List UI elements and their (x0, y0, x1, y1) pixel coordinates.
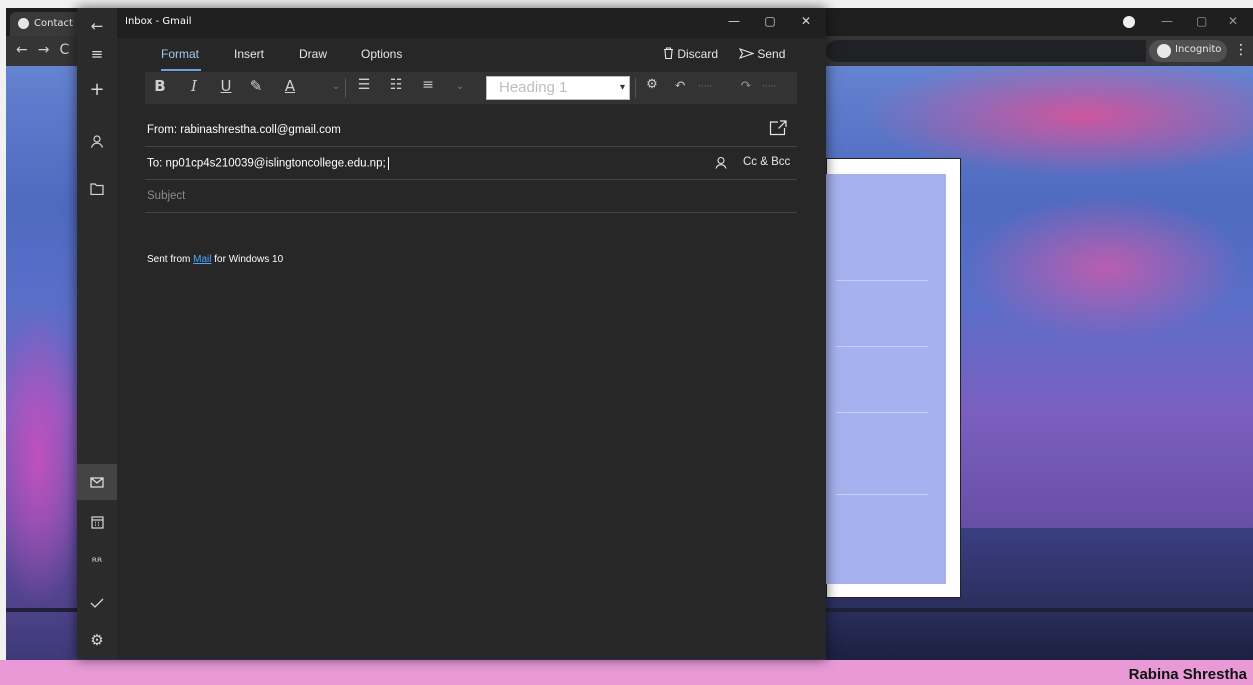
folders-icon[interactable] (77, 170, 117, 206)
send-label: Send (757, 47, 786, 61)
hamburger-menu-icon[interactable]: ≡ (77, 36, 117, 72)
ribbon-tabs: Format Insert Draw Options Discard Send (117, 38, 826, 72)
browser-tab[interactable]: Contact (10, 12, 84, 36)
bullets-icon[interactable]: ☰ (353, 77, 375, 93)
highlighter-icon[interactable]: ✎ (245, 77, 267, 95)
format-toolbar: B I U ✎ A ⌄ ☰ ☷ ≡ ⌄ Heading 1 ▾ ⚙ ↶ ····… (145, 72, 797, 104)
people-icon[interactable]: ᴿᴿ (77, 544, 117, 580)
style-select-value: Heading 1 (499, 79, 568, 96)
close-icon[interactable]: ✕ (1228, 14, 1238, 28)
clear-formatting-icon[interactable]: ⚙ (641, 77, 663, 92)
signature-suffix: for Windows 10 (211, 254, 284, 265)
more-vert-icon[interactable]: ⋮ (1234, 42, 1248, 58)
author-signature: Rabina Shrestha (1128, 666, 1247, 683)
discard-label: Discard (677, 47, 719, 61)
form-field-line (836, 412, 928, 413)
todo-icon[interactable] (77, 584, 117, 620)
undo-label-icon: ····· (697, 82, 713, 92)
to-value: np01cp4s210039@islingtoncollege.edu.np; (165, 157, 386, 170)
align-icon[interactable]: ≡ (417, 77, 439, 93)
redo-label-icon: ····· (761, 82, 777, 92)
redo-icon[interactable]: ↷ (735, 77, 757, 93)
calendar-icon[interactable] (77, 504, 117, 540)
accounts-icon[interactable] (77, 122, 117, 158)
window-title: Inbox - Gmail (125, 16, 192, 27)
back-forward-icons[interactable]: ←→C (16, 42, 79, 58)
browser-tab-title: Contact (34, 18, 73, 29)
wallpaper-tree (6, 308, 86, 608)
tab-draw[interactable]: Draw (299, 47, 327, 61)
to-label: To: (147, 157, 163, 170)
form-field-line (836, 494, 928, 495)
address-bar[interactable] (826, 40, 1146, 62)
tab-insert[interactable]: Insert (234, 47, 264, 61)
tab-options[interactable]: Options (361, 47, 402, 61)
popout-icon[interactable] (769, 120, 787, 139)
underline-button[interactable]: U (215, 77, 237, 95)
settings-gear-icon[interactable]: ⚙ (77, 622, 117, 658)
minimize-icon[interactable]: — (1161, 14, 1173, 28)
discard-button[interactable]: Discard (663, 47, 718, 61)
subject-input[interactable]: Subject (147, 190, 185, 202)
italic-button[interactable]: I (183, 77, 205, 95)
mail-app-window: ← ≡ + ᴿᴿ ⚙ Inbox - Gmail — ▢ ✕ Format In… (77, 8, 826, 659)
mail-app-link[interactable]: Mail (193, 254, 211, 265)
wallpaper-clouds (956, 188, 1253, 348)
message-body[interactable]: Sent from Mail for Windows 10 (147, 254, 283, 265)
form-field-line (836, 346, 928, 347)
from-field[interactable]: From: rabinashrestha.coll@gmail.com (147, 124, 341, 136)
profile-icon[interactable] (1123, 16, 1135, 28)
contact-picker-icon[interactable] (715, 156, 727, 172)
numbering-icon[interactable]: ☷ (385, 77, 407, 93)
to-row: To: np01cp4s210039@islingtoncollege.edu.… (145, 147, 797, 180)
chevron-down-icon[interactable]: ⌄ (325, 81, 347, 92)
chevron-down-icon[interactable]: ⌄ (449, 81, 471, 92)
toolbar-divider (345, 78, 346, 98)
incognito-tab-icon (18, 18, 29, 29)
chevron-down-icon: ▾ (619, 82, 625, 93)
bold-button[interactable]: B (149, 77, 171, 95)
send-icon (738, 48, 755, 59)
text-cursor (387, 157, 389, 170)
active-tab-indicator (161, 69, 201, 71)
footer-strip (0, 660, 1253, 685)
new-mail-icon[interactable]: + (77, 72, 117, 108)
incognito-label: Incognito (1175, 44, 1222, 55)
paragraph-style-select[interactable]: Heading 1 ▾ (486, 76, 630, 100)
form-field-line (836, 280, 928, 281)
from-row: From: rabinashrestha.coll@gmail.com (145, 114, 797, 147)
font-color-button[interactable]: A (279, 77, 301, 95)
maximize-icon[interactable]: ▢ (755, 14, 785, 28)
title-bar: Inbox - Gmail — ▢ ✕ (117, 8, 826, 38)
mail-icon[interactable] (77, 464, 117, 500)
undo-icon[interactable]: ↶ (669, 77, 691, 93)
cc-bcc-button[interactable]: Cc & Bcc (743, 156, 790, 168)
send-button[interactable]: Send (738, 47, 786, 61)
subject-row: Subject (145, 180, 797, 213)
from-value: rabinashrestha.coll@gmail.com (180, 124, 341, 136)
contact-form-panel (826, 174, 946, 584)
signature-prefix: Sent from (147, 254, 194, 265)
from-label: From: (147, 124, 178, 136)
to-field[interactable]: To: np01cp4s210039@islingtoncollege.edu.… (147, 157, 389, 170)
incognito-badge[interactable]: Incognito (1149, 40, 1227, 62)
nav-rail: ← ≡ + ᴿᴿ ⚙ (77, 8, 117, 659)
toolbar-divider (635, 78, 636, 98)
incognito-icon (1157, 44, 1171, 58)
maximize-icon[interactable]: ▢ (1196, 14, 1207, 28)
minimize-icon[interactable]: — (719, 14, 749, 28)
tab-format[interactable]: Format (161, 47, 199, 61)
close-icon[interactable]: ✕ (791, 14, 821, 28)
trash-icon (664, 47, 673, 60)
